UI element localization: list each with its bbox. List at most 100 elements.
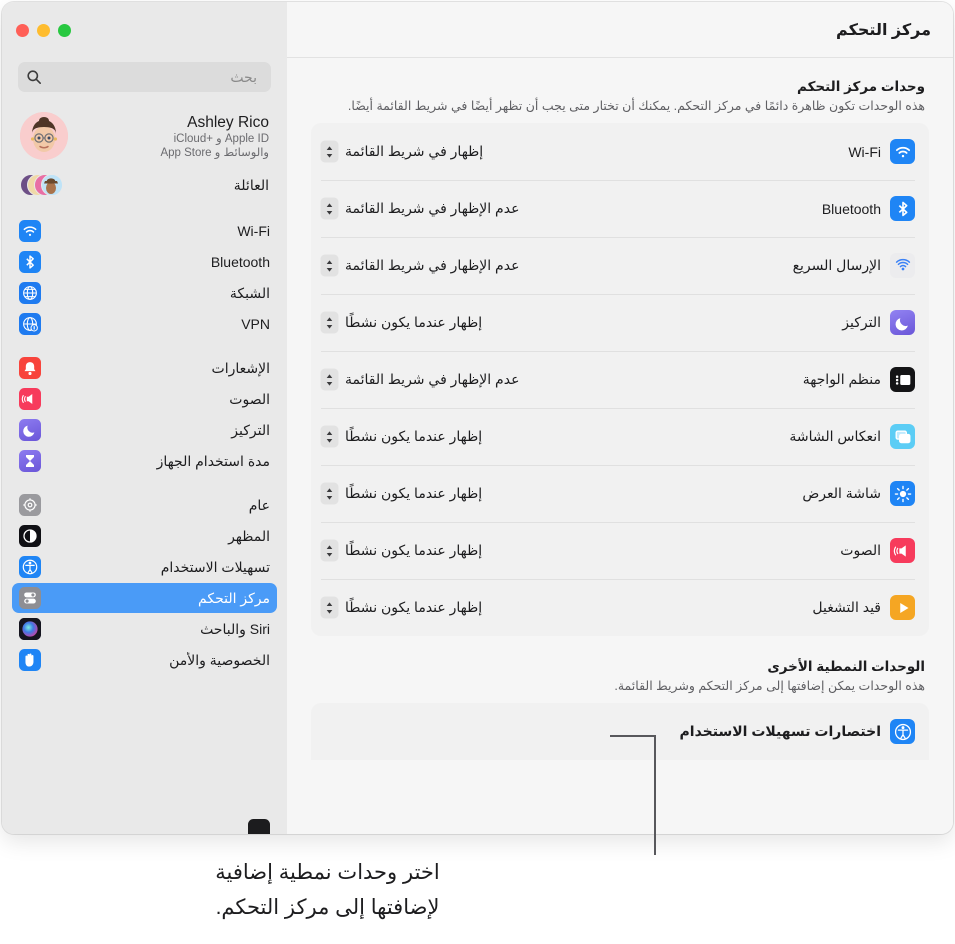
- module-visibility-popup[interactable]: إظهار عندما يكون نشطًا: [321, 424, 484, 449]
- family-label: العائلة: [233, 176, 269, 193]
- module-visibility-value: إظهار عندما يكون نشطًا: [345, 485, 483, 501]
- table-row[interactable]: اختصارات تسهيلات الاستخدام: [311, 703, 929, 760]
- content-body: وحدات مركز التحكم هذه الوحدات تكون ظاهرة…: [287, 58, 953, 760]
- module-identity: قيد التشغيل: [812, 595, 915, 620]
- sidebar-item-appearance[interactable]: المظهر: [12, 521, 277, 551]
- sidebar-item-general[interactable]: عام: [12, 490, 277, 520]
- avatar[interactable]: [20, 112, 68, 160]
- table-row[interactable]: قيد التشغيل إظهار عندما يكون نشطًا: [311, 579, 929, 636]
- search-input[interactable]: بحث: [42, 62, 263, 92]
- other-modules-card: اختصارات تسهيلات الاستخدام: [311, 703, 929, 760]
- account-subtitle-line1: Apple ID و +iCloud: [173, 132, 269, 145]
- module-visibility-value: عدم الإظهار في شريط القائمة: [345, 257, 520, 273]
- family-row[interactable]: العائلة: [12, 168, 277, 202]
- chevron-up-down-icon: [321, 141, 338, 162]
- sidebar-group-system: الإشعارات الصوت التركيز مدة استخدام الجه…: [12, 353, 277, 476]
- module-name: الإرسال السريع: [792, 257, 881, 273]
- sidebar-item-label: VPN: [241, 316, 270, 332]
- module-visibility-popup[interactable]: عدم الإظهار في شريط القائمة: [321, 196, 521, 221]
- table-row[interactable]: Wi-Fi إظهار في شريط القائمة: [311, 123, 929, 180]
- sidebar-item-label: مركز التحكم: [198, 589, 270, 606]
- module-identity: الإرسال السريع: [793, 253, 915, 278]
- search-field[interactable]: بحث: [18, 62, 271, 92]
- table-row[interactable]: التركيز إظهار عندما يكون نشطًا: [311, 294, 929, 351]
- module-visibility-popup[interactable]: إظهار عندما يكون نشطًا: [321, 481, 484, 506]
- sidebar-item-wifi[interactable]: Wi-Fi: [12, 216, 277, 246]
- sidebar-item-focus[interactable]: التركيز: [12, 415, 277, 445]
- bluetooth-icon: [890, 196, 915, 221]
- memoji-avatar-icon: [20, 112, 68, 160]
- sidebar-group-personal: عام المظهر تسهيلات الاستخدام مركز التحكم…: [12, 490, 277, 675]
- sidebar-item-label: تسهيلات الاستخدام: [160, 558, 270, 575]
- table-row[interactable]: انعكاس الشاشة إظهار عندما يكون نشطًا: [311, 408, 929, 465]
- sound-speaker-icon: [19, 388, 41, 410]
- sidebar-item-desktop-and-dock-partial[interactable]: [2, 808, 287, 834]
- screenshot-root: بحث Ashley Rico Apple ID و +iCloud والوس…: [0, 0, 955, 944]
- module-visibility-popup[interactable]: عدم الإظهار في شريط القائمة: [321, 367, 521, 392]
- sidebar-item-vpn[interactable]: VPN: [12, 309, 277, 339]
- sidebar: بحث Ashley Rico Apple ID و +iCloud والوس…: [2, 2, 287, 834]
- account-text: Ashley Rico Apple ID و +iCloud والوسائط …: [78, 113, 269, 160]
- modules-section-description: هذه الوحدات تكون ظاهرة دائمًا في مركز ال…: [347, 99, 925, 113]
- table-row[interactable]: الإرسال السريع عدم الإظهار في شريط القائ…: [311, 237, 929, 294]
- vpn-globe-icon: [19, 313, 41, 335]
- module-identity: انعكاس الشاشة: [789, 424, 915, 449]
- module-visibility-popup[interactable]: عدم الإظهار في شريط القائمة: [321, 253, 521, 278]
- module-name: Bluetooth: [821, 200, 881, 217]
- sidebar-item-accessibility[interactable]: تسهيلات الاستخدام: [12, 552, 277, 582]
- module-name: التركيز: [842, 314, 881, 330]
- sidebar-item-label: التركيز: [231, 421, 270, 438]
- other-modules-section-header: الوحدات النمطية الأخرى هذه الوحدات يمكن …: [311, 636, 929, 703]
- callout-line-1: اختر وحدات نمطية إضافية: [215, 861, 440, 884]
- accessibility-icon: [890, 719, 915, 744]
- sidebar-item-label: المظهر: [228, 527, 270, 544]
- module-name: اختصارات تسهيلات الاستخدام: [679, 723, 881, 739]
- sidebar-item-privacy-security[interactable]: الخصوصية والأمن: [12, 645, 277, 675]
- callout-leader-vertical: [654, 735, 656, 855]
- table-row[interactable]: منظم الواجهة عدم الإظهار في شريط القائمة: [311, 351, 929, 408]
- sidebar-item-notifications[interactable]: الإشعارات: [12, 353, 277, 383]
- sidebar-group-connectivity: Wi-Fi Bluetooth الشبكة VPN: [12, 216, 277, 339]
- chevron-up-down-icon: [321, 483, 338, 504]
- other-modules-section-description: هذه الوحدات يمكن إضافتها إلى مركز التحكم…: [614, 679, 925, 693]
- wifi-icon: [19, 220, 41, 242]
- sidebar-item-bluetooth[interactable]: Bluetooth: [12, 247, 277, 277]
- sidebar-item-control-center[interactable]: مركز التحكم: [12, 583, 277, 613]
- wifi-icon: [890, 139, 915, 164]
- table-row[interactable]: شاشة العرض إظهار عندما يكون نشطًا: [311, 465, 929, 522]
- sidebar-item-label: Wi-Fi: [237, 223, 270, 239]
- notifications-bell-icon: [19, 357, 41, 379]
- minimize-button[interactable]: [37, 23, 50, 37]
- appearance-contrast-icon: [19, 525, 41, 547]
- zoom-button[interactable]: [58, 23, 71, 37]
- chevron-up-down-icon: [321, 312, 338, 333]
- module-identity: Wi-Fi: [848, 139, 915, 164]
- module-visibility-popup[interactable]: إظهار في شريط القائمة: [321, 139, 485, 164]
- focus-moon-icon: [19, 419, 41, 441]
- search-icon: [26, 69, 42, 85]
- callout-text: اختر وحدات نمطية إضافية لإضافتها إلى مرك…: [0, 855, 655, 925]
- chevron-up-down-icon: [321, 198, 338, 219]
- table-row[interactable]: الصوت إظهار عندما يكون نشطًا: [311, 522, 929, 579]
- system-settings-window: بحث Ashley Rico Apple ID و +iCloud والوس…: [2, 2, 953, 834]
- modules-section-header: وحدات مركز التحكم هذه الوحدات تكون ظاهرة…: [311, 58, 929, 123]
- module-name: Wi-Fi: [848, 143, 881, 160]
- module-name: منظم الواجهة: [802, 371, 881, 387]
- sidebar-item-network[interactable]: الشبكة: [12, 278, 277, 308]
- content-pane: مركز التحكم وحدات مركز التحكم هذه الوحدا…: [287, 2, 953, 834]
- module-visibility-popup[interactable]: إظهار عندما يكون نشطًا: [321, 310, 484, 335]
- module-visibility-popup[interactable]: إظهار عندما يكون نشطًا: [321, 595, 484, 620]
- network-globe-icon: [19, 282, 41, 304]
- sidebar-item-siri-spotlight[interactable]: Siri والباحث: [12, 614, 277, 644]
- screen-time-hourglass-icon: [19, 450, 41, 472]
- sidebar-item-screen-time[interactable]: مدة استخدام الجهاز: [12, 446, 277, 476]
- sidebar-item-sound[interactable]: الصوت: [12, 384, 277, 414]
- sidebar-item-label: Bluetooth: [210, 254, 270, 270]
- accessibility-icon: [19, 556, 41, 578]
- table-row[interactable]: Bluetooth عدم الإظهار في شريط القائمة: [311, 180, 929, 237]
- close-button[interactable]: [16, 23, 29, 37]
- module-visibility-popup[interactable]: إظهار عندما يكون نشطًا: [321, 538, 484, 563]
- apple-account-row[interactable]: Ashley Rico Apple ID و +iCloud والوسائط …: [12, 106, 277, 164]
- sidebar-item-label: الشبكة: [229, 284, 270, 301]
- module-identity: الصوت: [840, 538, 915, 563]
